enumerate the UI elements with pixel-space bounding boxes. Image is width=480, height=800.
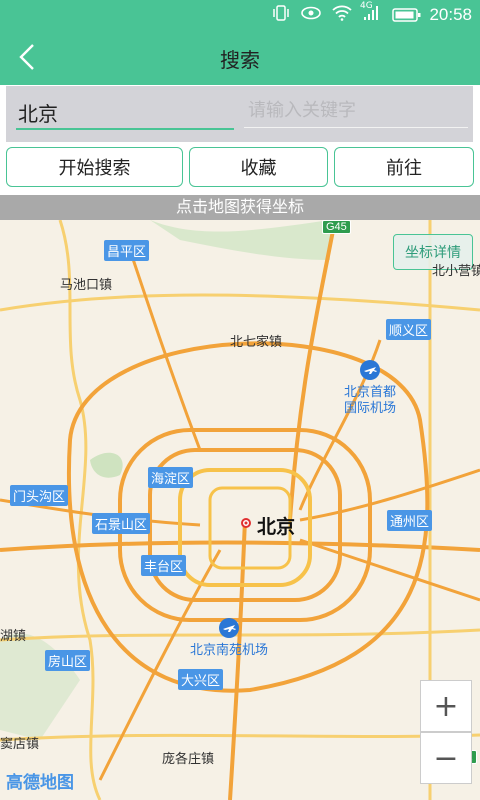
road-shield-g45: G45 [322, 220, 351, 234]
district-haidian: 海淀区 [148, 467, 194, 488]
town-label: 北七家镇 [230, 334, 283, 349]
airplane-icon [190, 618, 268, 642]
airport-name-line1: 北京首都 [344, 384, 397, 399]
district-fengtai: 丰台区 [141, 555, 187, 576]
district-mentougou: 门头沟区 [10, 485, 69, 506]
map-provider-logo: 高德地图 [6, 773, 74, 792]
action-buttons: 开始搜索 收藏 前往 [0, 146, 480, 190]
town-label: 湖镇 [0, 628, 27, 643]
wifi-icon [332, 5, 352, 25]
town-label: 马池口镇 [60, 277, 113, 292]
search-panel: 北京 [6, 86, 473, 142]
district-shunyi: 顺义区 [386, 319, 432, 340]
page-title: 搜索 [220, 50, 260, 72]
airplane-icon [344, 360, 396, 384]
status-time: 20:58 [429, 5, 472, 24]
city-value: 北京 [18, 104, 58, 126]
district-fangshan: 房山区 [45, 650, 91, 671]
airport-nanyuan: 北京南苑机场 [190, 618, 268, 658]
town-label: 北小营镇 [432, 263, 480, 278]
go-button[interactable]: 前往 [334, 147, 474, 187]
district-tongzhou: 通州区 [387, 510, 433, 531]
airport-name-line2: 国际机场 [344, 400, 397, 415]
status-bar: 4G 20:58 [0, 0, 480, 30]
favorite-button[interactable]: 收藏 [189, 147, 328, 187]
cellular-signal-icon: 4G [360, 1, 380, 25]
vibrate-icon [272, 5, 290, 25]
district-shijingshan: 石景山区 [92, 513, 151, 534]
city-field[interactable]: 北京 [16, 94, 234, 130]
zoom-out-button[interactable]: − [420, 732, 472, 784]
start-search-button[interactable]: 开始搜索 [6, 147, 183, 187]
map-hint-banner: 点击地图获得坐标 [0, 195, 480, 220]
map-center-label: 北京 [257, 517, 296, 538]
keyword-input[interactable] [244, 94, 468, 128]
battery-icon [392, 7, 422, 27]
airport-capital: 北京首都 国际机场 [344, 360, 396, 416]
app-bar: 搜索 [0, 30, 480, 85]
town-label: 庞各庄镇 [162, 751, 215, 766]
network-type-label: 4G [360, 1, 373, 11]
status-icons: 4G [272, 1, 380, 25]
eye-icon [300, 5, 322, 25]
district-changping: 昌平区 [104, 240, 150, 261]
map-view[interactable]: 坐标详情 G45 G2 昌平区 顺义区 海淀区 门头沟区 石景山区 通州区 丰台… [0, 220, 480, 800]
district-daxing: 大兴区 [178, 669, 224, 690]
airport-name-line1: 北京南苑机场 [190, 642, 269, 657]
town-label: 窦店镇 [0, 736, 40, 751]
zoom-in-button[interactable]: + [420, 680, 472, 732]
